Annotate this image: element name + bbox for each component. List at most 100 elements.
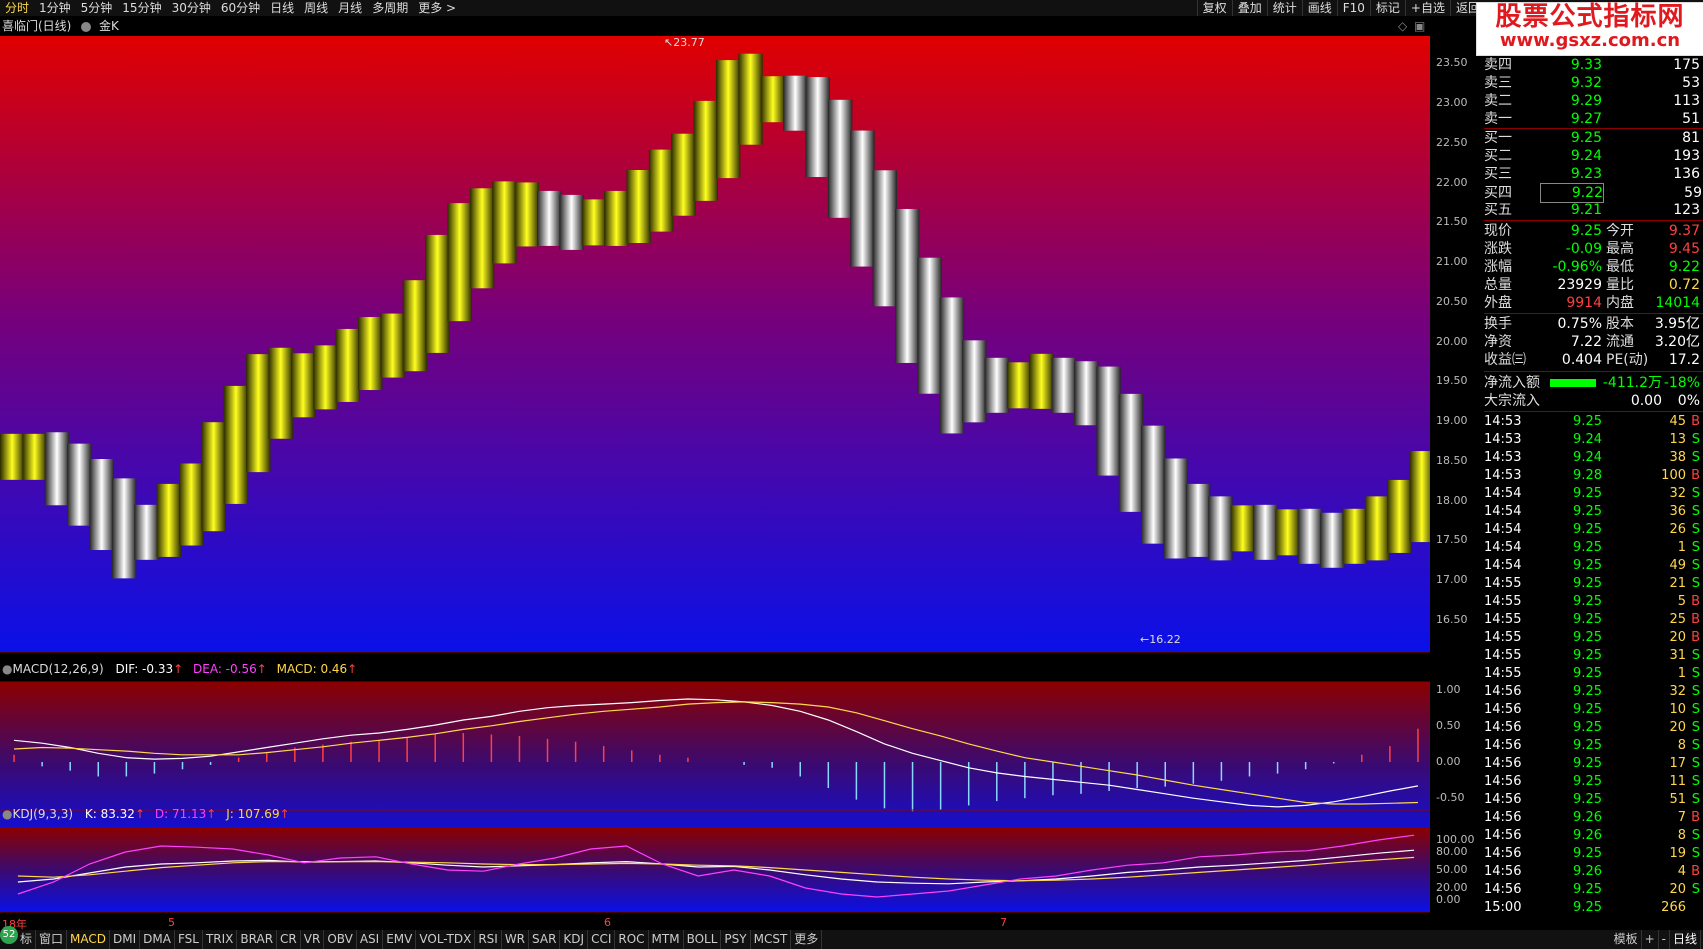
flow-row[interactable]: 净流入额 -411.2万 -18%: [1484, 374, 1703, 392]
restore-icon[interactable]: ▣: [1414, 16, 1425, 36]
indicator-tab[interactable]: VOL-TDX: [416, 930, 476, 949]
tick-row[interactable]: 15:00 9.25 266: [1484, 899, 1703, 917]
tick-row[interactable]: 14:56 9.25 10 S: [1484, 701, 1703, 719]
period-tab[interactable]: 更多 >: [413, 0, 461, 16]
order-book-row[interactable]: 买二 9.24 193: [1484, 147, 1703, 165]
indicator-tab[interactable]: EMV: [383, 930, 417, 949]
indicator-tab[interactable]: VR: [301, 930, 325, 949]
toolbar-button[interactable]: 统计: [1266, 0, 1302, 16]
indicator-tab[interactable]: 更多: [791, 930, 823, 949]
order-book-row[interactable]: 卖二 9.29 113: [1484, 92, 1703, 110]
indicator-tab[interactable]: BOLL: [684, 930, 722, 949]
stat-row[interactable]: 涨跌 -0.09 最高 9.45: [1484, 240, 1703, 258]
indicator-tab[interactable]: 窗口: [36, 930, 68, 949]
period-tab[interactable]: 周线: [299, 0, 333, 16]
toolbar-button[interactable]: +自选: [1404, 0, 1450, 16]
tick-row[interactable]: 14:56 9.25 51 S: [1484, 791, 1703, 809]
tick-row[interactable]: 14:54 9.25 36 S: [1484, 503, 1703, 521]
stat-row[interactable]: 收益㈢ 0.404 PE(动) 17.2: [1484, 351, 1703, 369]
tick-row[interactable]: 14:54 9.25 26 S: [1484, 521, 1703, 539]
period-tab[interactable]: 分时: [0, 0, 34, 16]
toolbar-button[interactable]: 画线: [1301, 0, 1337, 16]
toolbar-button[interactable]: 叠加: [1231, 0, 1267, 16]
period-tab[interactable]: 1分钟: [34, 0, 76, 16]
macd-bg: [0, 682, 1430, 846]
tick-row[interactable]: 14:55 9.25 1 S: [1484, 665, 1703, 683]
tick-row[interactable]: 14:56 9.25 20 S: [1484, 881, 1703, 899]
indicator-tab[interactable]: MTM: [649, 930, 684, 949]
indicator-tab[interactable]: MCST: [751, 930, 792, 949]
indicator-tab[interactable]: PSY: [721, 930, 751, 949]
indicator-tab[interactable]: SAR: [529, 930, 561, 949]
indicator-tab[interactable]: RSI: [475, 930, 502, 949]
tick-row[interactable]: 14:56 9.25 17 S: [1484, 755, 1703, 773]
tick-row[interactable]: 14:55 9.25 5 B: [1484, 593, 1703, 611]
period-tab[interactable]: 月线: [333, 0, 367, 16]
tick-row[interactable]: 14:53 9.28 100 B: [1484, 467, 1703, 485]
tick-row[interactable]: 14:56 9.26 8 S: [1484, 827, 1703, 845]
indicator-tab[interactable]: MACD: [67, 930, 111, 949]
indicator-tab[interactable]: ROC: [615, 930, 649, 949]
minus-button[interactable]: -: [1659, 930, 1670, 949]
indicator-tab[interactable]: DMI: [110, 930, 141, 949]
indicator-toggle-icon[interactable]: [81, 21, 92, 32]
period-tab[interactable]: 30分钟: [167, 0, 216, 16]
order-book-row[interactable]: 卖三 9.32 53: [1484, 74, 1703, 92]
candle-block: [805, 77, 830, 178]
tick-row[interactable]: 14:56 9.26 7 B: [1484, 809, 1703, 827]
indicator-name[interactable]: 金K: [99, 19, 119, 33]
order-book-row[interactable]: 买一 9.25 81: [1484, 129, 1703, 147]
period-tab[interactable]: 15分钟: [117, 0, 166, 16]
indicator-tab[interactable]: BRAR: [237, 930, 278, 949]
period-tab[interactable]: 日线: [265, 0, 299, 16]
tick-row[interactable]: 14:55 9.25 25 B: [1484, 611, 1703, 629]
toolbar-button[interactable]: F10: [1336, 0, 1370, 16]
order-book-row[interactable]: 买四 9.22 59: [1484, 183, 1703, 203]
tick-row[interactable]: 14:56 9.25 20 S: [1484, 719, 1703, 737]
order-book-row[interactable]: 卖一 9.27 51: [1484, 110, 1703, 129]
tick-row[interactable]: 14:56 9.25 8 S: [1484, 737, 1703, 755]
stat-row[interactable]: 外盘 9914 内盘 14014: [1484, 294, 1703, 312]
period-tab[interactable]: 5分钟: [76, 0, 118, 16]
chart-area[interactable]: [0, 36, 1430, 930]
tick-row[interactable]: 14:55 9.25 31 S: [1484, 647, 1703, 665]
tick-row[interactable]: 14:55 9.25 20 B: [1484, 629, 1703, 647]
indicator-tab[interactable]: CCI: [588, 930, 616, 949]
indicator-tab[interactable]: DMA: [140, 930, 175, 949]
order-book-row[interactable]: 卖四 9.33 175: [1484, 56, 1703, 74]
order-book-row[interactable]: 买三 9.23 136: [1484, 165, 1703, 183]
indicator-tab[interactable]: CR: [277, 930, 301, 949]
tick-row[interactable]: 14:53 9.24 13 S: [1484, 431, 1703, 449]
toolbar-button[interactable]: 标记: [1369, 0, 1405, 16]
tick-row[interactable]: 14:53 9.25 45 B: [1484, 413, 1703, 431]
indicator-tab[interactable]: WR: [502, 930, 530, 949]
tick-row[interactable]: 14:54 9.25 49 S: [1484, 557, 1703, 575]
tick-row[interactable]: 14:56 9.25 32 S: [1484, 683, 1703, 701]
diamond-icon[interactable]: ◇: [1398, 16, 1407, 36]
stat-row[interactable]: 净资 7.22 流通 3.20亿: [1484, 333, 1703, 351]
indicator-tab[interactable]: KDJ: [560, 930, 589, 949]
stock-title[interactable]: 喜临门(日线): [0, 19, 71, 33]
template-button[interactable]: 模板: [1611, 930, 1642, 949]
tick-row[interactable]: 14:54 9.25 1 S: [1484, 539, 1703, 557]
tick-row[interactable]: 14:56 9.25 19 S: [1484, 845, 1703, 863]
tick-row[interactable]: 14:55 9.25 21 S: [1484, 575, 1703, 593]
indicator-tab[interactable]: TRIX: [203, 930, 238, 949]
tick-row[interactable]: 14:56 9.25 11 S: [1484, 773, 1703, 791]
flow-row[interactable]: 大宗流入 0.00 0%: [1484, 392, 1703, 410]
period-tab[interactable]: 60分钟: [216, 0, 265, 16]
toolbar-button[interactable]: 复权: [1196, 0, 1232, 16]
indicator-tab[interactable]: OBV: [324, 930, 357, 949]
stat-row[interactable]: 换手 0.75% 股本 3.95亿: [1484, 315, 1703, 333]
stat-row[interactable]: 总量 23929 量比 0.72: [1484, 276, 1703, 294]
tick-row[interactable]: 14:54 9.25 32 S: [1484, 485, 1703, 503]
period-tab[interactable]: 多周期: [367, 0, 413, 16]
stat-row[interactable]: 现价 9.25 今开 9.37: [1484, 222, 1703, 240]
order-book-row[interactable]: 买五 9.21 123: [1484, 201, 1703, 219]
plus-button[interactable]: +: [1642, 930, 1659, 949]
indicator-tab[interactable]: ASI: [357, 930, 384, 949]
stat-row[interactable]: 涨幅 -0.96% 最低 9.22: [1484, 258, 1703, 276]
tick-row[interactable]: 14:56 9.26 4 B: [1484, 863, 1703, 881]
indicator-tab[interactable]: FSL: [175, 930, 203, 949]
tick-row[interactable]: 14:53 9.24 38 S: [1484, 449, 1703, 467]
